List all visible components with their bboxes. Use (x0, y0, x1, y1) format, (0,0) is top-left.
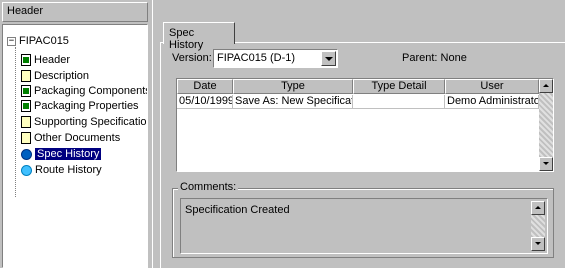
column-header-user[interactable]: User (445, 79, 539, 94)
navigation-tree[interactable]: − FIPAC015 Header Description Packaging … (2, 24, 148, 268)
tree-item-packaging-components[interactable]: Packaging Components (21, 84, 148, 98)
drop-icon (21, 164, 32, 176)
grid-scrollbar[interactable] (539, 79, 553, 171)
scroll-down-icon[interactable] (539, 157, 553, 171)
tree-item-label: Route History (35, 164, 102, 176)
tree-item-label: Description (34, 70, 90, 82)
tab-label: Spec History (169, 27, 204, 51)
tree-item-label: Packaging Properties (34, 100, 139, 112)
scroll-down-icon[interactable] (531, 237, 545, 251)
tree-item-label: Spec History (35, 148, 102, 160)
tree-item-label: Packaging Components (34, 85, 148, 97)
version-select[interactable]: FIPAC015 (D-1) (213, 49, 338, 68)
column-header-type-detail[interactable]: Type Detail (353, 79, 445, 94)
tree-root-label: FIPAC015 (19, 35, 69, 47)
tree-item-label: Header (34, 54, 71, 66)
scroll-up-icon[interactable] (539, 79, 553, 93)
globe-icon (21, 148, 32, 160)
left-pane: Header − FIPAC015 Header Description Pac… (0, 0, 150, 268)
tab-spec-history[interactable]: Spec History (163, 22, 235, 51)
document-icon (21, 132, 31, 144)
tree-connector-line (15, 47, 16, 197)
parent-value: None (440, 52, 467, 64)
version-label: Version: (172, 52, 212, 64)
tree-root[interactable]: − FIPAC015 (7, 34, 69, 48)
document-icon (21, 116, 31, 128)
comments-label: Comments: (178, 181, 239, 193)
tree-item-packaging-properties[interactable]: Packaging Properties (21, 99, 139, 113)
tree-item-label: Supporting Specifications (34, 116, 148, 128)
parent-info: Parent: None (402, 52, 467, 64)
tree-item-route-history[interactable]: Route History (21, 163, 102, 177)
column-header-date[interactable]: Date (177, 79, 233, 94)
cell-type: Save As: New Specification (233, 95, 353, 109)
cell-user: Demo Administrato (445, 95, 539, 109)
column-header-type[interactable]: Type (233, 79, 353, 94)
chevron-down-icon[interactable] (321, 51, 336, 66)
scroll-up-icon[interactable] (531, 201, 545, 215)
tree-item-supporting-specifications[interactable]: Supporting Specifications (21, 115, 148, 129)
document-icon (21, 70, 31, 82)
tree-item-other-documents[interactable]: Other Documents (21, 131, 120, 145)
tree-header-label: Header (7, 5, 44, 17)
grid-header: Date Type Type Detail User (177, 79, 539, 94)
cell-date: 05/10/1999 (177, 95, 233, 109)
document-filled-icon (21, 54, 31, 66)
document-filled-icon (21, 85, 31, 97)
tree-item-description[interactable]: Description (21, 69, 89, 83)
tree-header: Header (2, 2, 148, 22)
parent-label: Parent: (402, 52, 438, 64)
comments-field[interactable]: Specification Created (180, 198, 548, 254)
comments-value: Specification Created (185, 204, 290, 216)
cell-type-detail (353, 95, 445, 109)
comments-scrollbar[interactable] (531, 201, 545, 251)
tree-item-spec-history[interactable]: Spec History (21, 147, 102, 161)
table-row[interactable]: 05/10/1999 Save As: New Specification De… (177, 95, 539, 109)
document-filled-icon (21, 100, 31, 112)
tree-item-label: Other Documents (34, 132, 121, 144)
collapse-icon[interactable]: − (7, 36, 16, 46)
right-pane: Spec History Version: FIPAC015 (D-1) Par… (152, 0, 565, 268)
version-value: FIPAC015 (D-1) (217, 52, 296, 64)
tree-item-header[interactable]: Header (21, 53, 70, 67)
history-grid[interactable]: Date Type Type Detail User 05/10/1999 Sa… (176, 78, 554, 172)
